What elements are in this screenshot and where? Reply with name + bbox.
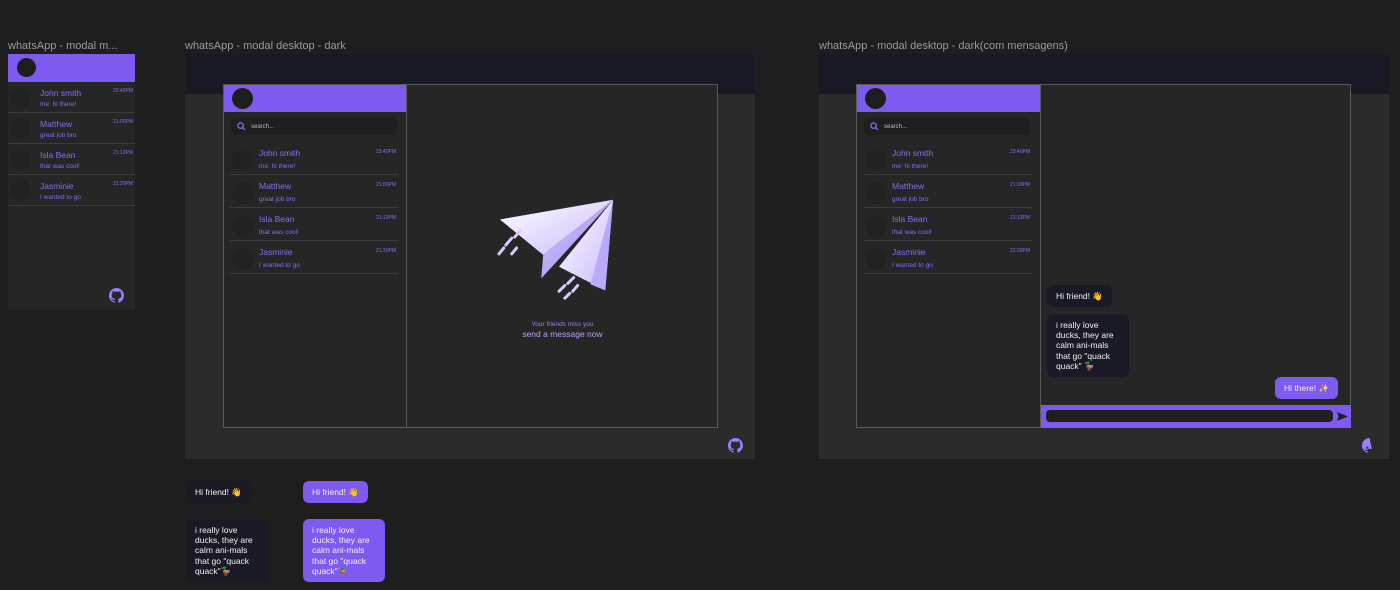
chat-item-time: 23:40PM — [375, 149, 396, 155]
chat-item-name: Isla Bean — [892, 214, 928, 224]
frame-label-desktop: whatsApp - modal desktop - dark — [185, 40, 346, 52]
avatar — [10, 87, 31, 108]
paper-plane-illustration — [497, 199, 614, 300]
chat-item-preview: great job bro — [892, 196, 929, 203]
avatar — [10, 149, 31, 170]
avatar — [10, 180, 31, 201]
chat-item-name: Matthew — [259, 181, 292, 191]
send-icon[interactable] — [1337, 411, 1348, 422]
chat-item-time: 21:00PM — [112, 119, 133, 125]
chat-item-preview: I wanted to go — [892, 262, 933, 269]
message-received: i really love ducks, they are calm ani-m… — [1047, 314, 1129, 377]
chat-item-name: John smith — [40, 88, 82, 98]
chat-item[interactable]: Jasminie I wanted to go 21:30PM — [8, 175, 135, 206]
chat-item-preview: me: hi there! — [259, 163, 296, 170]
search-icon — [870, 122, 879, 131]
component-bubble-dark: Hi friend! 👋 — [186, 481, 251, 504]
chat-item-preview: me: hi there! — [40, 101, 77, 108]
sidebar-header — [857, 85, 1040, 112]
chat-item-name: John smith — [259, 148, 301, 158]
sidebar-header — [224, 85, 406, 112]
chat-item-time: 23:40PM — [1009, 149, 1030, 155]
frame-label-mobile: whatsApp - modal m... — [8, 40, 118, 52]
search-placeholder: search... — [884, 123, 908, 130]
chat-item[interactable]: Matthew great job bro 21:00PM — [8, 113, 135, 144]
chat-item-name: Jasminie — [259, 247, 293, 257]
chat-item[interactable]: Matthew great job bro 21:00PM — [863, 175, 1032, 208]
github-icon[interactable] — [728, 438, 743, 453]
chat-item-time: 21:13PM — [112, 150, 133, 156]
component-bubble-purple: Hi friend! 👋 — [303, 481, 368, 504]
chat-item[interactable]: Jasminie I wanted to go 21:30PM — [230, 241, 398, 274]
chat-item-time: 21:00PM — [1009, 182, 1030, 188]
chat-item[interactable]: John smith me: hi there! 23:40PM — [8, 82, 135, 113]
chat-item-time: 23:40PM — [112, 88, 133, 94]
search-icon — [237, 122, 246, 131]
chat-item-name: Isla Bean — [259, 214, 295, 224]
chat-item[interactable]: Isla Bean that was cool! 21:13PM — [863, 208, 1032, 241]
chat-item-time: 21:00PM — [375, 182, 396, 188]
app-window: search... John smith me: hi there! 23:40PM… — [223, 84, 718, 428]
avatar — [865, 182, 887, 204]
message-composer — [1041, 405, 1351, 428]
chat-item[interactable]: Isla Bean that was cool! 21:13PM — [8, 144, 135, 175]
mobile-frame: John smith me: hi there! 23:40PM Matthew gre… — [8, 54, 135, 310]
avatar — [865, 215, 887, 237]
search-input[interactable]: search... — [864, 118, 1030, 135]
chat-item-time: 21:13PM — [375, 215, 396, 221]
frame-label-desktop-messages: whatsApp - modal desktop - dark(com mens… — [819, 40, 1068, 52]
message-received: Hi friend! 👋 — [1047, 285, 1112, 308]
chat-item-preview: I wanted to go — [40, 194, 81, 201]
avatar — [232, 149, 254, 171]
desktop-frame: search... John smith me: hi there! 23:40PM… — [185, 54, 755, 459]
avatar[interactable] — [17, 58, 36, 77]
chat-item[interactable]: Matthew great job bro 21:00PM — [230, 175, 398, 208]
empty-state-subtitle: Your friends miss you — [531, 321, 594, 328]
chat-item-time: 21:30PM — [1009, 248, 1030, 254]
chat-item-preview: great job bro — [40, 132, 77, 139]
chat-item-preview: that was cool! — [892, 229, 932, 236]
avatar[interactable] — [232, 88, 253, 109]
desktop-messages-frame: search... John smith me: hi there! 23:40PM… — [819, 54, 1389, 459]
search-input[interactable]: search... — [231, 118, 397, 135]
chat-item-name: Isla Bean — [40, 150, 76, 160]
avatar — [232, 248, 254, 270]
app-window: search... John smith me: hi there! 23:40PM… — [856, 84, 1351, 428]
avatar — [10, 118, 31, 139]
sidebar: search... John smith me: hi there! 23:40PM… — [224, 85, 407, 427]
message-sent: Hi there! ✨ — [1275, 377, 1339, 400]
search-placeholder: search... — [251, 123, 275, 130]
chat-item[interactable]: Isla Bean that was cool! 21:13PM — [230, 208, 398, 241]
chat-item[interactable]: John smith me: hi there! 23:40PM — [863, 142, 1032, 175]
avatar — [232, 215, 254, 237]
component-bubble-purple: i really love ducks, they are calm ani-m… — [303, 519, 385, 582]
avatar[interactable] — [865, 88, 886, 109]
mobile-header — [8, 54, 135, 82]
chat-item-preview: that was cool! — [259, 229, 299, 236]
github-icon[interactable] — [1362, 438, 1377, 453]
chat-item-preview: that was cool! — [40, 163, 80, 170]
chat-item-preview: me: hi there! — [892, 163, 929, 170]
github-icon[interactable] — [109, 288, 124, 303]
chat-item-time: 21:30PM — [112, 181, 133, 187]
chat-item-name: John smith — [892, 148, 934, 158]
chat-item-preview: great job bro — [259, 196, 296, 203]
sidebar: search... John smith me: hi there! 23:40PM… — [857, 85, 1041, 427]
component-bubble-dark: i really love ducks, they are calm ani-m… — [186, 519, 268, 582]
message-input[interactable] — [1046, 410, 1333, 422]
chat-item-name: Matthew — [40, 119, 73, 129]
chat-item-preview: I wanted to go — [259, 262, 300, 269]
chat-item-name: Matthew — [892, 181, 925, 191]
send-message-link[interactable]: send a message now — [407, 329, 718, 339]
chat-item-name: Jasminie — [892, 247, 926, 257]
chat-item-time: 21:13PM — [1009, 215, 1030, 221]
chat-item[interactable]: John smith me: hi there! 23:40PM — [230, 142, 398, 175]
avatar — [865, 248, 887, 270]
chat-item[interactable]: Jasminie I wanted to go 21:30PM — [863, 241, 1032, 274]
avatar — [232, 182, 254, 204]
chat-item-time: 21:30PM — [375, 248, 396, 254]
chat-item-name: Jasminie — [40, 181, 74, 191]
avatar — [865, 149, 887, 171]
